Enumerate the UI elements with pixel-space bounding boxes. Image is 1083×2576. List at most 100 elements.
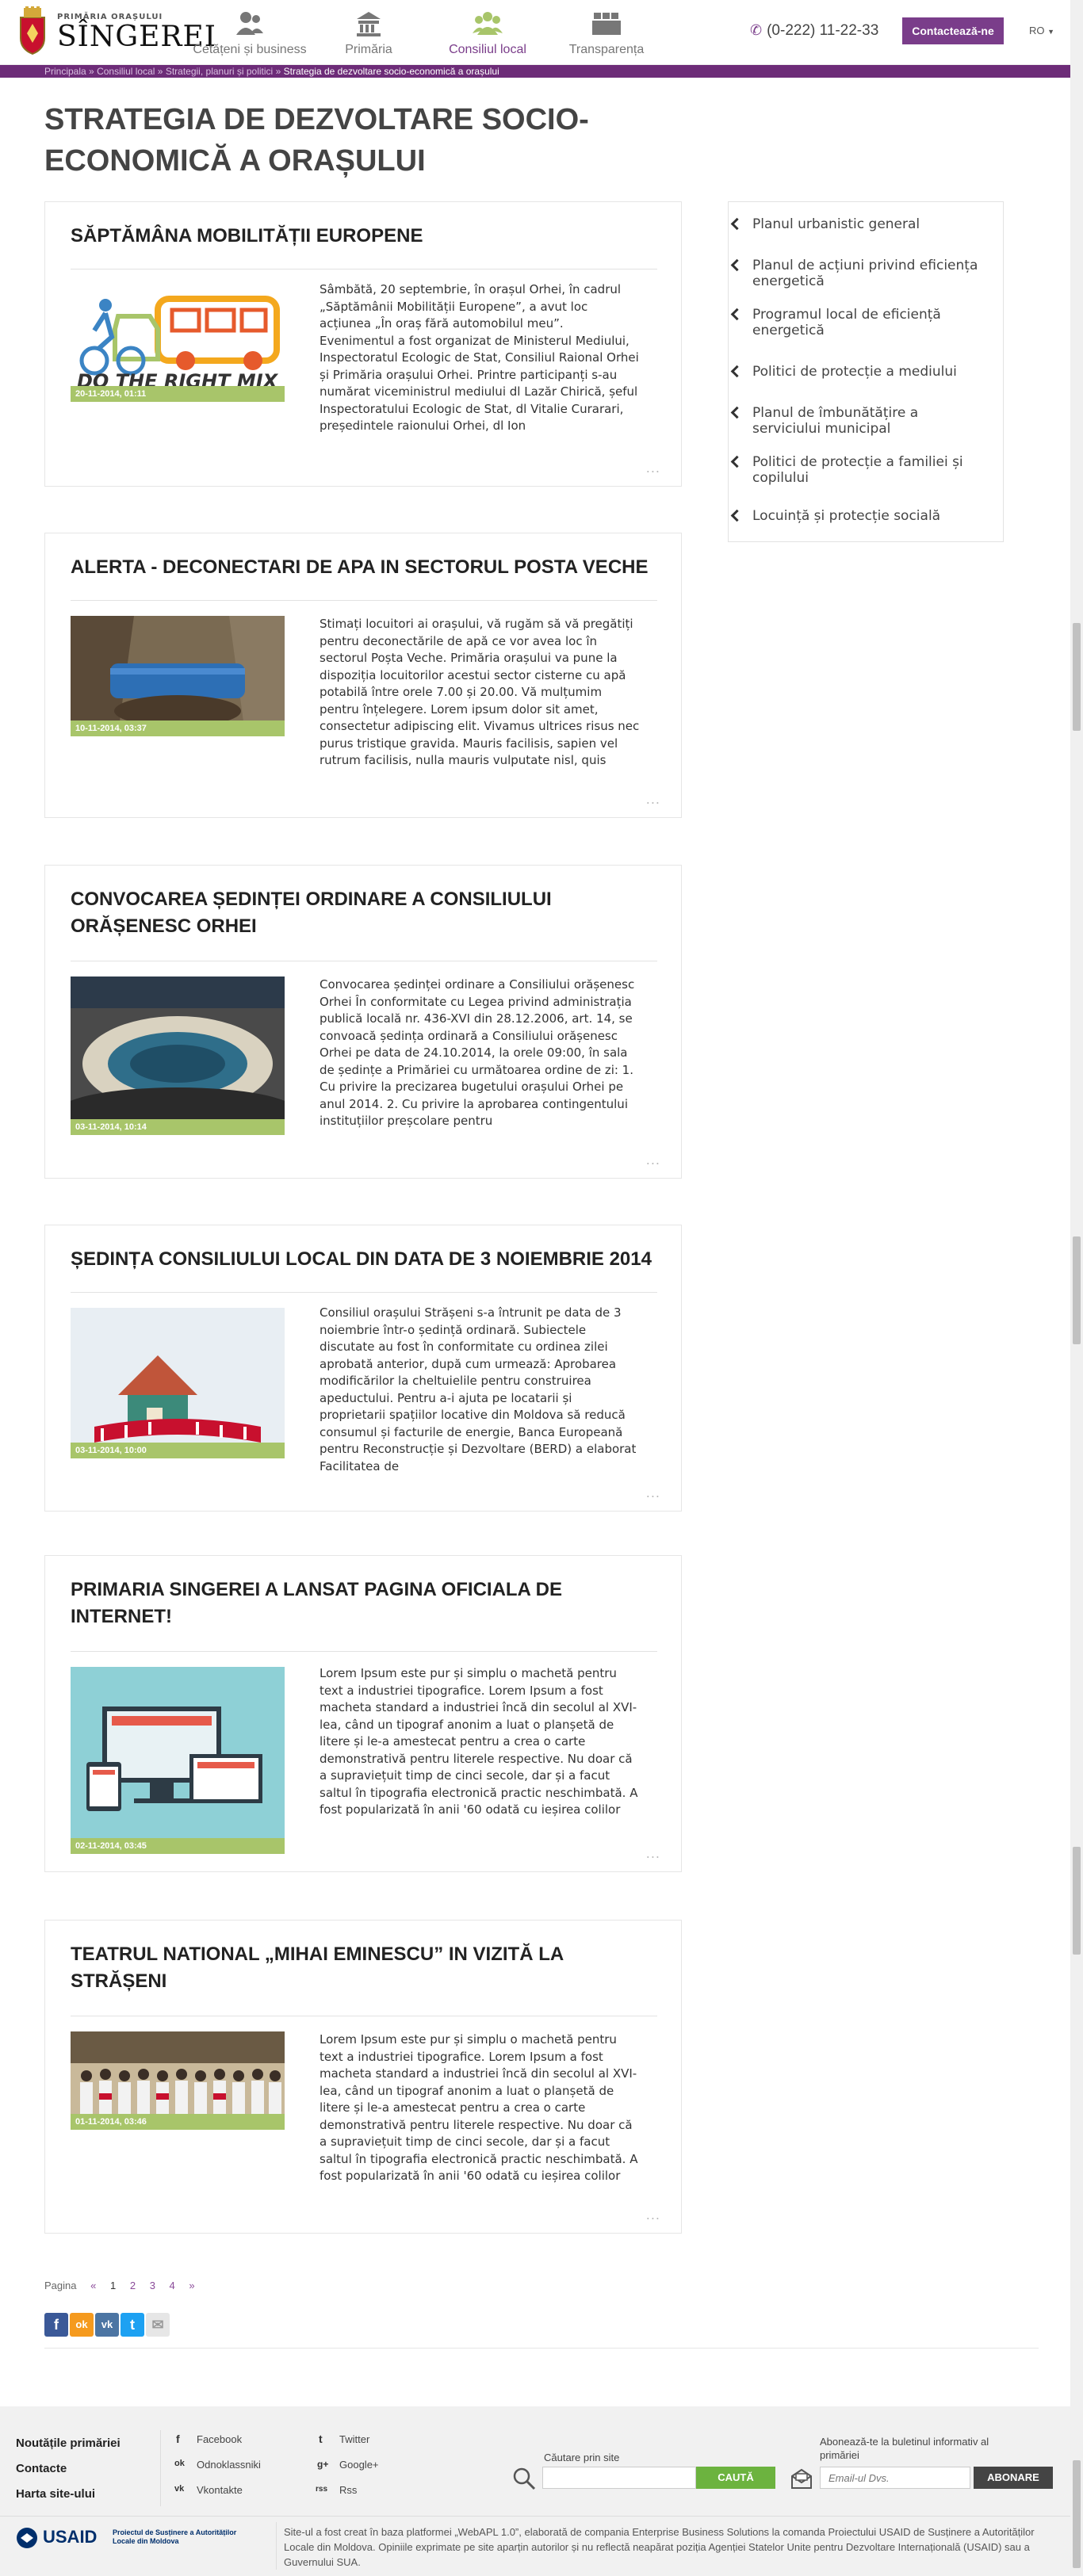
share-bar: f ok vk t ✉ — [44, 2313, 171, 2337]
footer-social-twitter[interactable]: Twitter — [339, 2433, 369, 2445]
envelope-icon — [791, 2468, 812, 2489]
read-more-link[interactable]: ... — [646, 2207, 660, 2222]
read-more-link[interactable]: ... — [646, 792, 660, 807]
breadcrumb-link-council[interactable]: Consiliul local — [97, 66, 155, 77]
email-share-icon[interactable]: ✉ — [146, 2313, 170, 2337]
pagination-page[interactable]: 4 — [170, 2280, 175, 2291]
nav-item-transparency[interactable]: Transparența — [547, 5, 666, 62]
pagination-next[interactable]: » — [189, 2280, 194, 2291]
sidebar-item-family-protection[interactable]: Politici de protecție a familiei și copi… — [752, 454, 990, 486]
usaid-logo[interactable]: USAID Proiectul de Susținere a Autorităț… — [16, 2525, 270, 2560]
news-image[interactable] — [71, 1308, 285, 1455]
sidebar-item-energy-action-plan[interactable]: Planul de acțiuni privind eficiența ener… — [752, 258, 990, 289]
breadcrumb-link-strategies[interactable]: Strategii, planuri și politici — [166, 66, 273, 77]
sidebar-menu: Planul urbanistic general Planul de acți… — [728, 201, 1004, 542]
news-title[interactable]: ȘEDINȚA CONSILIULUI LOCAL DIN DATA DE 3 … — [71, 1246, 657, 1273]
sidebar-item-municipal-service[interactable]: Planul de îmbunătățire a serviciului mun… — [752, 405, 990, 437]
facebook-share-icon[interactable]: f — [44, 2313, 68, 2337]
footer-social-rss[interactable]: Rss — [339, 2484, 357, 2496]
pagination-page[interactable]: 3 — [150, 2280, 155, 2291]
news-title[interactable]: ALERTA - DECONECTARI DE APA IN SECTORUL … — [71, 554, 657, 581]
language-selector[interactable]: RO ▼ — [1029, 25, 1054, 36]
news-date: 02-11-2014, 03:45 — [71, 1838, 285, 1854]
scrollbar-thumb[interactable] — [1073, 1236, 1081, 1344]
nav-label: Consiliul local — [449, 43, 526, 56]
news-card: ȘEDINȚA CONSILIULUI LOCAL DIN DATA DE 3 … — [44, 1225, 682, 1512]
rss-icon: rss — [316, 2485, 328, 2494]
footer-divider — [276, 2522, 277, 2570]
footer-social-facebook[interactable]: Facebook — [197, 2433, 242, 2445]
news-excerpt: Lorem Ipsum este pur și simplu o machetă… — [320, 1666, 638, 1817]
news-card: CONVOCAREA ȘEDINȚEI ORDINARE A CONSILIUL… — [44, 865, 682, 1179]
odnoklassniki-share-icon[interactable]: ok — [70, 2313, 94, 2337]
nav-item-city-hall[interactable]: Primăria — [309, 5, 428, 62]
sidebar-item-housing[interactable]: Locuință și protecție socială — [752, 508, 990, 524]
footer-social-odnoklassniki[interactable]: Odnoklassniki — [197, 2459, 261, 2471]
news-card: SĂPTĂMÂNA MOBILITĂȚII EUROPENE DO THE RI… — [44, 201, 682, 487]
read-more-link[interactable]: ... — [646, 1152, 660, 1168]
email-input[interactable] — [820, 2467, 970, 2489]
news-image[interactable] — [71, 1667, 285, 1854]
sidebar-item-environment[interactable]: Politici de protecție a mediului — [752, 364, 990, 380]
news-image[interactable] — [71, 977, 285, 1135]
nav-item-citizens[interactable]: Cetățeni și business — [190, 5, 309, 62]
page-scrollbar[interactable] — [1070, 0, 1083, 2576]
search-button[interactable]: CAUTĂ — [696, 2467, 775, 2489]
site-logo[interactable]: PRIMĂRIA ORAȘULUI SÎNGEREI — [14, 6, 216, 59]
google-plus-icon: g+ — [317, 2459, 329, 2470]
news-card: ALERTA - DECONECTARI DE APA IN SECTORUL … — [44, 533, 682, 818]
water-pipe-photo — [71, 616, 285, 733]
title-divider — [71, 1292, 657, 1293]
twitter-share-icon[interactable]: t — [121, 2313, 144, 2337]
vkontakte-share-icon[interactable]: vk — [95, 2313, 119, 2337]
news-date: 20-11-2014, 01:11 — [71, 386, 285, 402]
news-date: 03-11-2014, 10:00 — [71, 1443, 285, 1458]
news-date: 03-11-2014, 10:14 — [71, 1119, 285, 1135]
news-title[interactable]: PRIMARIA SINGEREI A LANSAT PAGINA OFICIA… — [71, 1577, 657, 1630]
page-title: STRATEGIA DE DEZVOLTARE SOCIO-ECONOMICĂ … — [44, 103, 589, 178]
news-title[interactable]: CONVOCAREA ȘEDINȚEI ORDINARE A CONSILIUL… — [71, 886, 657, 940]
read-more-link[interactable]: ... — [646, 1485, 660, 1500]
sidebar-item-energy-program[interactable]: Programul local de eficiență energetică — [752, 307, 990, 338]
breadcrumb-link-home[interactable]: Principala — [44, 66, 86, 77]
news-image[interactable] — [71, 616, 285, 733]
phone-number[interactable]: ✆ (0-222) 11-22-33 — [750, 22, 878, 40]
footer-link-sitemap[interactable]: Harta site-ului — [16, 2487, 95, 2501]
coat-of-arms-icon — [20, 6, 45, 55]
read-more-link[interactable]: ... — [646, 1846, 660, 1861]
read-more-link[interactable]: ... — [646, 461, 660, 476]
pagination-prev[interactable]: « — [90, 2280, 96, 2291]
news-date: 01-11-2014, 03:46 — [71, 2114, 285, 2130]
mobility-illustration: DO THE RIGHT MIX — [77, 296, 280, 392]
scrollbar-thumb[interactable] — [1073, 623, 1081, 731]
footer-social-vkontakte[interactable]: Vkontakte — [197, 2484, 243, 2496]
council-meeting-photo — [71, 977, 285, 1135]
footer-social-google-plus[interactable]: Google+ — [339, 2459, 379, 2471]
pagination-page[interactable]: 2 — [130, 2280, 136, 2291]
search-input[interactable] — [542, 2467, 696, 2489]
news-title[interactable]: SĂPTĂMÂNA MOBILITĂȚII EUROPENE — [71, 223, 657, 250]
site-header: PRIMĂRIA ORAȘULUI SÎNGEREI Cetățeni și b… — [0, 0, 1083, 65]
news-card: TEATRUL NATIONAL „MIHAI EMINESCU” IN VIZ… — [44, 1920, 682, 2234]
subscribe-button[interactable]: ABONARE — [974, 2467, 1053, 2489]
news-date: 10-11-2014, 03:37 — [71, 720, 285, 736]
nav-label: Transparența — [568, 43, 645, 56]
footer-link-contacts[interactable]: Contacte — [16, 2462, 67, 2475]
news-excerpt: Stimați locuitori ai orașului, vă rugăm … — [320, 617, 640, 767]
scrollbar-thumb[interactable] — [1073, 2460, 1081, 2568]
nav-item-local-council[interactable]: Consiliul local — [428, 5, 547, 62]
pagination: Pagina « 1 2 3 4 » — [44, 2280, 206, 2291]
sidebar-item-urban-plan[interactable]: Planul urbanistic general — [752, 216, 990, 232]
copyright-text: Site-ul a fost creat în baza platformei … — [284, 2526, 1035, 2568]
news-image[interactable]: DO THE RIGHT MIX — [71, 281, 285, 399]
news-title[interactable]: TEATRUL NATIONAL „MIHAI EMINESCU” IN VIZ… — [71, 1941, 657, 1995]
contact-button[interactable]: Contactează-ne — [902, 17, 1004, 44]
phone-text: (0-222) 11-22-33 — [767, 22, 879, 39]
news-card: PRIMARIA SINGEREI A LANSAT PAGINA OFICIA… — [44, 1555, 682, 1872]
vkontakte-icon: vk — [174, 2484, 185, 2494]
scrollbar-thumb[interactable] — [1073, 1847, 1081, 1955]
footer-link-news[interactable]: Noutățile primăriei — [16, 2436, 121, 2450]
breadcrumb-separator: » — [157, 66, 163, 77]
breadcrumb-separator: » — [89, 66, 94, 77]
news-excerpt: Convocarea ședinței ordinare a Consiliul… — [320, 977, 635, 1128]
